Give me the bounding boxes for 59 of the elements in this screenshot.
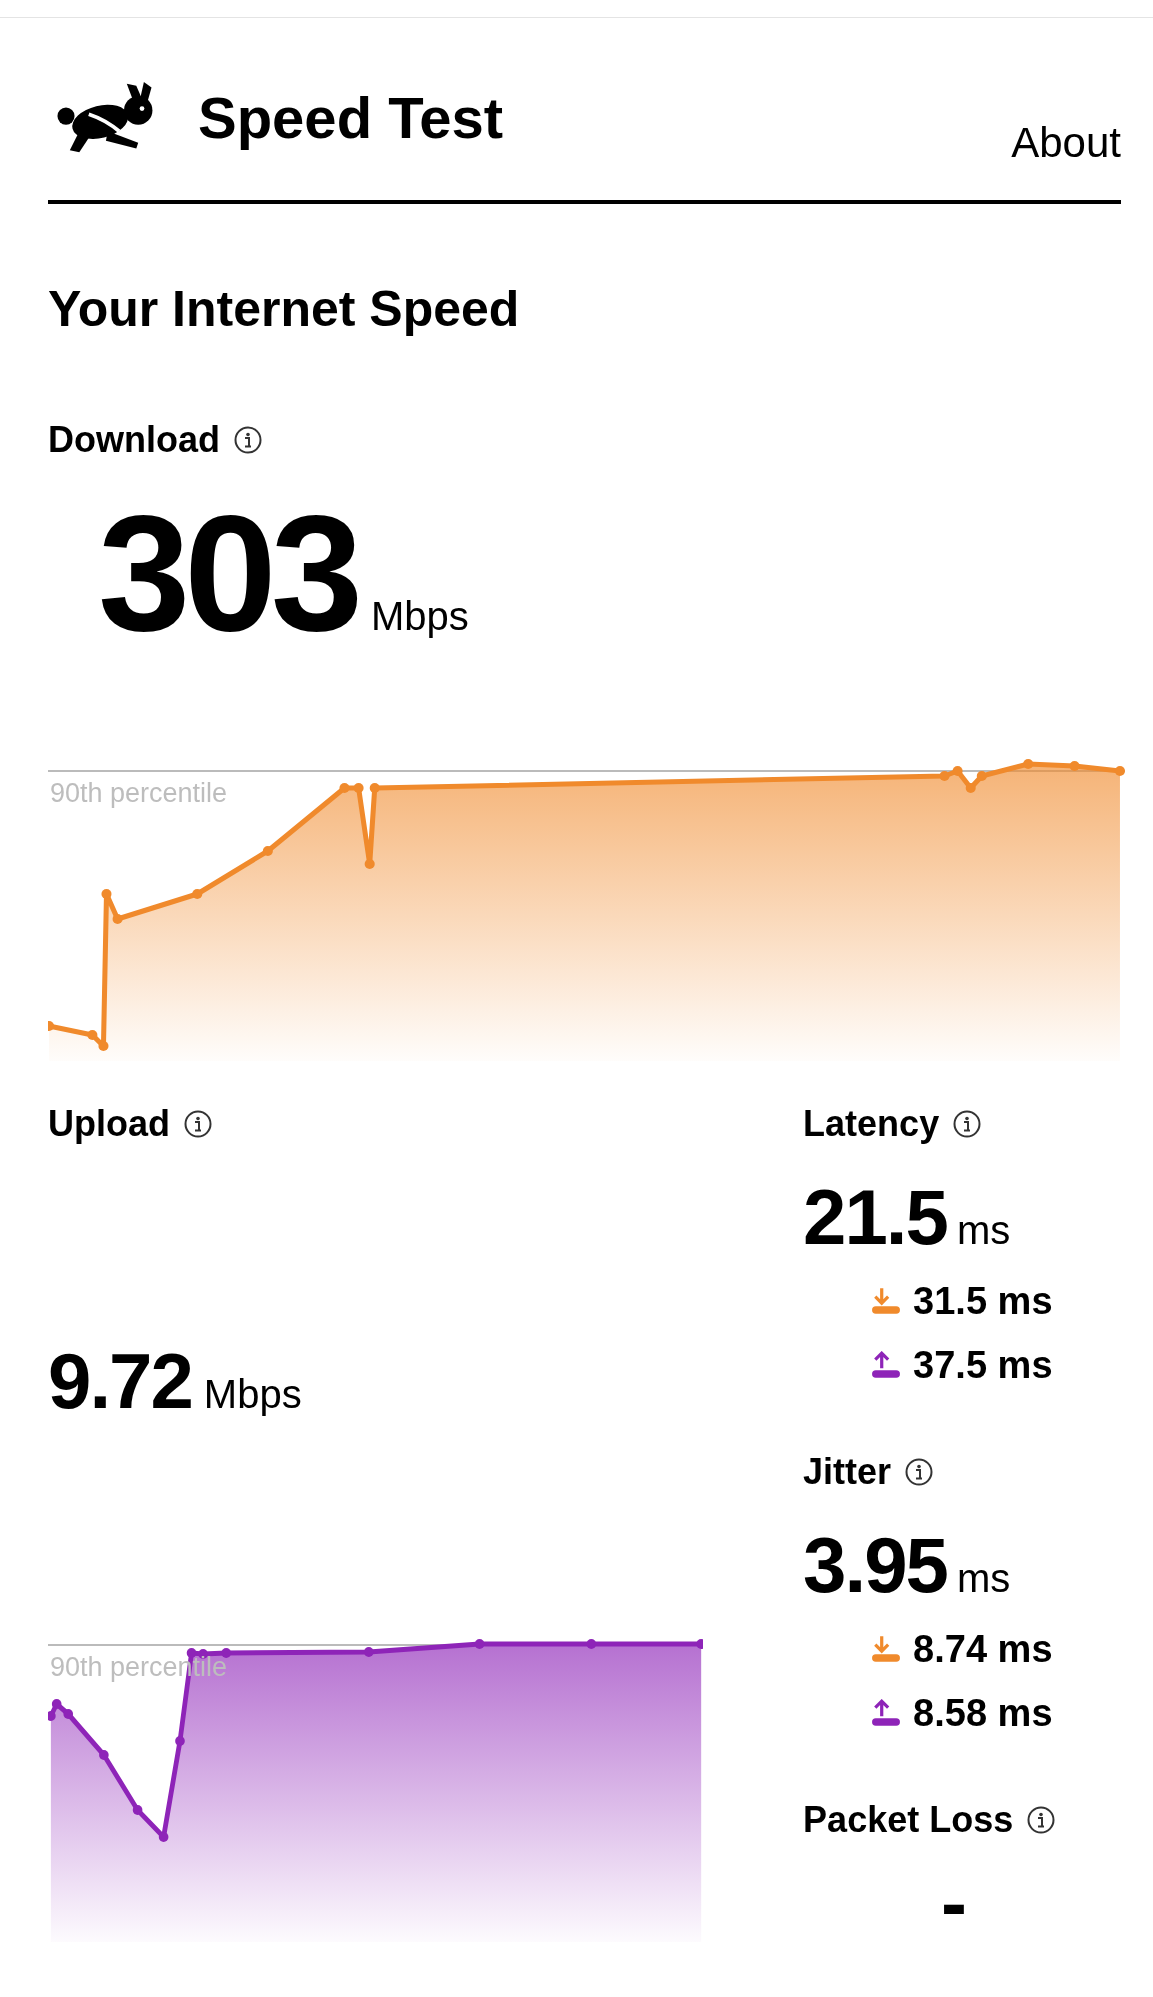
metric-unit: ms — [956, 1210, 1011, 1250]
metric-label: Latency — [803, 1106, 940, 1142]
metric-sub-value: 31.5 ms — [913, 1282, 1053, 1320]
metric-label: Jitter — [803, 1454, 892, 1490]
metric-value: 3.95 — [803, 1526, 947, 1604]
metric-sub-value: 8.58 ms — [913, 1694, 1053, 1732]
info-icon — [953, 1110, 982, 1138]
chart-point — [1023, 759, 1034, 769]
chart-point — [262, 846, 273, 856]
download-icon — [871, 1287, 902, 1315]
chart-point — [158, 1832, 169, 1842]
chart-point — [965, 783, 976, 793]
info-icon — [184, 1110, 212, 1138]
metric-sub-value: 37.5 ms — [913, 1346, 1053, 1384]
chart-point — [48, 1021, 55, 1031]
chart-point — [99, 1750, 109, 1760]
speed-unit: Mbps — [203, 1374, 302, 1414]
speed-value: 303 — [98, 490, 357, 656]
chart-point — [369, 783, 380, 793]
chart-point — [63, 1709, 74, 1719]
chart-point — [1069, 761, 1080, 771]
chart-point — [696, 1639, 704, 1649]
metric-label: Download — [48, 422, 220, 458]
upload-icon — [871, 1351, 902, 1379]
chart-point — [175, 1736, 185, 1746]
chart-point — [353, 783, 364, 793]
speed-unit: Mbps — [370, 596, 469, 636]
chart-point — [939, 771, 950, 781]
chart-point — [364, 859, 375, 869]
chart-point — [364, 1647, 374, 1657]
speed-value: 9.72 — [48, 1342, 192, 1420]
metric-label: Packet Loss — [803, 1802, 1014, 1838]
metric-value: 21.5 — [803, 1178, 947, 1256]
chart-point — [132, 1805, 143, 1815]
chart-point — [98, 1041, 109, 1051]
info-icon — [1027, 1806, 1056, 1834]
chart-point — [976, 771, 987, 781]
info-icon — [905, 1458, 934, 1486]
metric-label: Upload — [48, 1106, 170, 1142]
chart-point — [952, 766, 963, 776]
upload-icon — [871, 1699, 902, 1727]
percentile-label: 90th percentile — [50, 780, 228, 807]
chart-point — [101, 889, 112, 899]
chart-point — [51, 1699, 62, 1709]
chart-point — [586, 1639, 597, 1649]
download-icon — [871, 1635, 902, 1663]
chart-point — [48, 1711, 56, 1721]
info-icon — [234, 426, 262, 454]
chart-point — [192, 889, 203, 899]
chart-point — [474, 1639, 485, 1649]
chart-point — [339, 783, 350, 793]
chart-point — [112, 914, 123, 924]
about-link[interactable]: About — [1011, 122, 1121, 164]
chart-point — [87, 1030, 98, 1040]
metric-value: - — [941, 1864, 966, 1942]
metric-unit: ms — [956, 1558, 1011, 1598]
chart-point — [1114, 766, 1125, 776]
section-heading: Your Internet Speed — [48, 284, 521, 334]
metric-sub-value: 8.74 ms — [913, 1630, 1053, 1668]
